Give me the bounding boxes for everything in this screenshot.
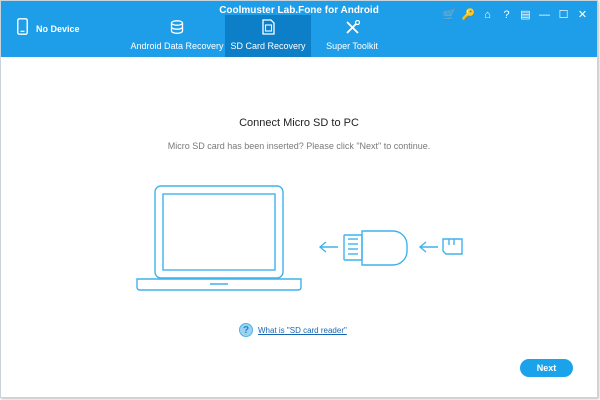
micro-sd-card-icon xyxy=(442,238,463,255)
arrow-left-icon xyxy=(318,241,338,253)
connect-illustration xyxy=(136,185,463,291)
card-reader-icon xyxy=(343,230,408,266)
next-button[interactable]: Next xyxy=(520,359,573,377)
laptop-icon xyxy=(136,185,302,291)
help-section: ? What is "SD card reader" xyxy=(239,323,347,337)
question-circle-icon: ? xyxy=(239,323,253,337)
app-window: Coolmuster Lab.Fone for Android No Devic… xyxy=(0,0,598,398)
arrow-left-icon xyxy=(418,241,438,253)
sd-card-reader-link[interactable]: What is "SD card reader" xyxy=(258,326,347,335)
